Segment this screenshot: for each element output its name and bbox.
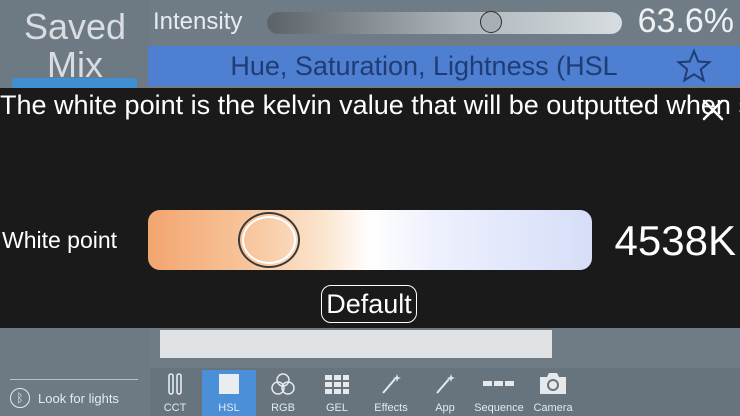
- slider-handle-ring: [242, 216, 296, 264]
- tab-sequence[interactable]: Sequence: [472, 370, 526, 416]
- app-icon: [433, 372, 457, 399]
- effects-icon: [379, 372, 403, 399]
- close-icon[interactable]: [701, 98, 725, 122]
- tab-hsl[interactable]: HSL: [202, 370, 256, 416]
- tab-label: CCT: [163, 402, 187, 414]
- tab-camera[interactable]: Camera: [526, 370, 580, 416]
- tab-label: Camera: [533, 402, 573, 414]
- white-point-slider[interactable]: [148, 210, 592, 270]
- sequence-icon: [482, 372, 516, 399]
- camera-icon: [537, 370, 569, 399]
- tab-effects[interactable]: Effects: [364, 370, 418, 416]
- bluetooth-icon: ᛒ: [10, 388, 30, 408]
- tab-label: App: [435, 402, 455, 414]
- star-icon[interactable]: [676, 48, 712, 84]
- tab-label: HSL: [218, 402, 240, 414]
- intensity-slider-handle[interactable]: [480, 11, 502, 33]
- gel-icon: [324, 374, 350, 399]
- content-strip: [160, 330, 552, 358]
- cct-icon: [163, 372, 187, 399]
- hsl-icon: [217, 372, 241, 399]
- intensity-label: Intensity: [153, 8, 243, 35]
- tab-label: Sequence: [474, 402, 524, 414]
- rgb-icon: [270, 372, 296, 399]
- tab-app[interactable]: App: [418, 370, 472, 416]
- dialog-message: The white point is the kelvin value that…: [0, 90, 740, 120]
- tab-label: RGB: [271, 402, 295, 414]
- look-for-lights-label: Look for lights: [38, 390, 119, 406]
- mode-header: Hue, Saturation, Lightness (HSL: [148, 46, 740, 86]
- divider: [10, 379, 138, 380]
- saved-mix-tab[interactable]: Saved Mix: [0, 8, 150, 84]
- tab-label: Effects: [374, 402, 408, 414]
- tab-gel[interactable]: GEL: [310, 370, 364, 416]
- look-for-lights-button[interactable]: ᛒ Look for lights: [10, 388, 119, 408]
- intensity-value: 63.6%: [637, 2, 734, 40]
- default-button[interactable]: Default: [321, 285, 417, 323]
- tab-cct[interactable]: CCT: [148, 370, 202, 416]
- white-point-value: 4538K: [614, 217, 736, 264]
- white-point-label: White point: [2, 227, 118, 253]
- tab-rgb[interactable]: RGB: [256, 370, 310, 416]
- white-point-slider-handle[interactable]: [238, 212, 300, 268]
- intensity-slider[interactable]: [267, 12, 622, 34]
- saved-mix-indicator: [12, 78, 137, 88]
- tab-label: GEL: [325, 402, 348, 414]
- mode-title: Hue, Saturation, Lightness (HSL: [230, 51, 618, 81]
